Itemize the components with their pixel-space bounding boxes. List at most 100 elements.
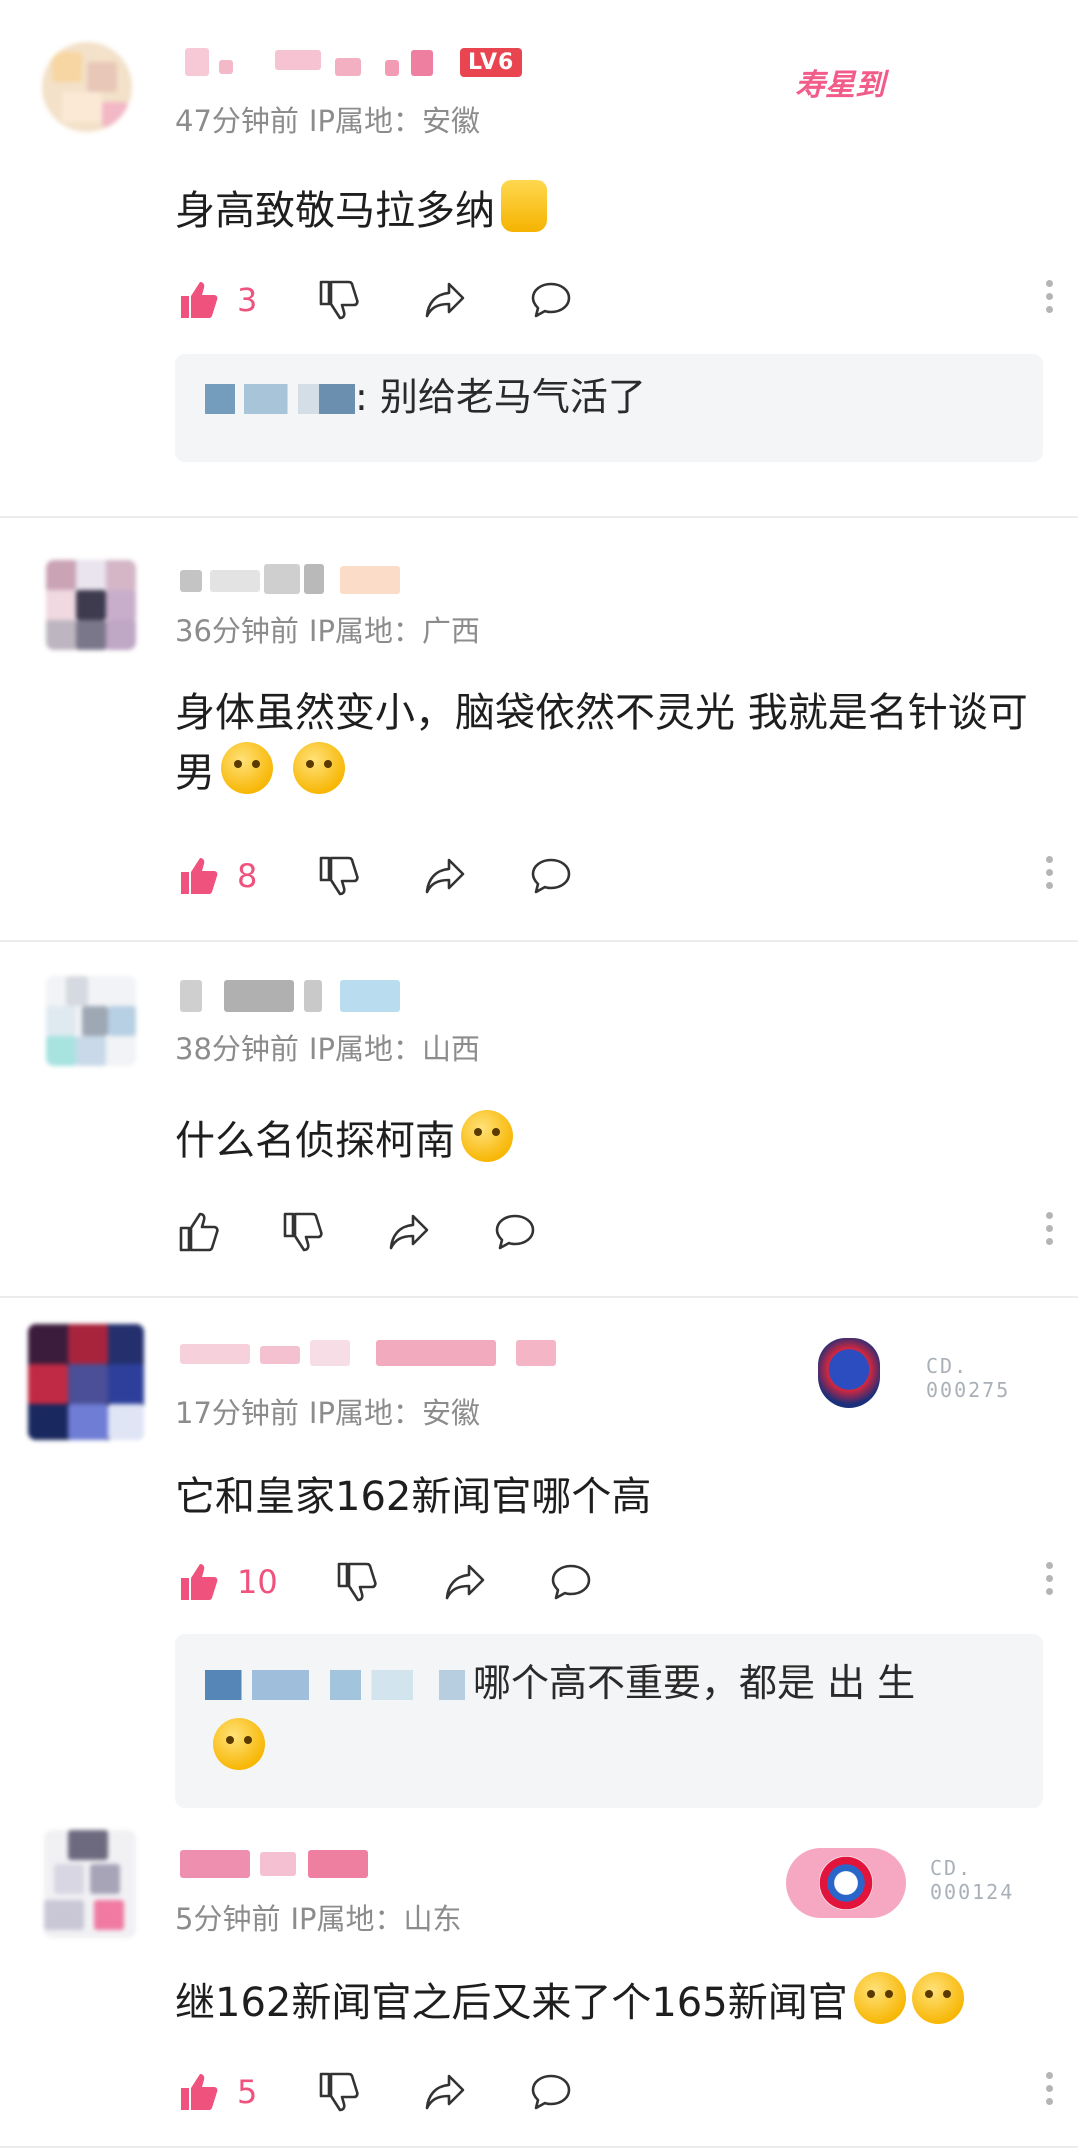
badge-code-line: 000275	[926, 1378, 1011, 1402]
comment-ip: IP属地：安徽	[308, 1396, 480, 1430]
share-button[interactable]	[421, 272, 469, 328]
comment-time: 47分钟前	[175, 104, 299, 138]
thumb-down-icon	[315, 852, 363, 900]
comment-actions: 10	[175, 1554, 1055, 1610]
comment-icon	[527, 276, 575, 324]
dislike-button[interactable]	[315, 272, 363, 328]
badge-code-line: 000124	[930, 1880, 1015, 1904]
avatar[interactable]	[28, 1324, 144, 1440]
reply-text: 哪个高不重要，都是 出 生	[473, 1661, 916, 1705]
thumb-up-icon	[175, 276, 223, 324]
username-masked[interactable]	[180, 1846, 380, 1882]
divider	[0, 940, 1078, 942]
comment-text: 身高致敬马拉多纳	[175, 180, 1055, 240]
comment-actions	[175, 1204, 1055, 1260]
comment-actions: 5	[175, 2064, 1055, 2120]
reply-username-masked	[205, 1670, 465, 1700]
like-count: 10	[237, 1563, 278, 1601]
comment-ip: IP属地：广西	[308, 614, 480, 648]
reply-username-masked	[205, 384, 355, 414]
comment-text-content: 身高致敬马拉多纳	[175, 188, 495, 234]
badge-code-line: CD.	[926, 1354, 969, 1378]
comment-meta: 5分钟前 IP属地：山东	[175, 1896, 472, 1938]
club-badge-icon[interactable]	[818, 1338, 880, 1408]
thumb-up-icon	[175, 2068, 223, 2116]
comment-actions: 3	[175, 272, 1055, 328]
club-badge-icon[interactable]	[786, 1848, 906, 1918]
thumbs-up-emoji-icon	[501, 180, 547, 232]
like-count: 3	[237, 281, 258, 319]
like-button[interactable]: 5	[175, 2064, 257, 2120]
thumb-up-icon	[175, 852, 223, 900]
like-button[interactable]: 3	[175, 272, 257, 328]
share-button[interactable]	[385, 1204, 433, 1260]
comment-ip: IP属地：山东	[290, 1902, 462, 1936]
reply-text: : 别给老马气活了	[355, 375, 646, 419]
rofl-emoji-icon	[911, 1972, 964, 2024]
avatar[interactable]	[42, 42, 132, 132]
reply-button[interactable]	[491, 1204, 539, 1260]
dislike-button[interactable]	[315, 848, 363, 904]
comment-text: 什么名侦探柯南	[175, 1110, 1055, 1170]
birthday-sign: 寿星到	[795, 68, 885, 103]
divider	[0, 2146, 1078, 2148]
username-masked[interactable]	[180, 1338, 580, 1368]
comment-icon	[527, 852, 575, 900]
comment-text-content: 它和皇家162新闻官哪个高	[175, 1474, 652, 1520]
like-button[interactable]: 10	[175, 1554, 278, 1610]
reply-preview[interactable]: : 别给老马气活了	[175, 354, 1043, 462]
thumb-up-icon	[175, 1208, 223, 1256]
username-masked[interactable]	[180, 562, 410, 598]
level-badge: LV6	[460, 48, 523, 77]
smug-emoji-icon	[461, 1110, 513, 1162]
avatar[interactable]	[46, 560, 136, 650]
reply-preview[interactable]: 哪个高不重要，都是 出 生	[175, 1634, 1043, 1808]
comment-text: 它和皇家162新闻官哪个高	[175, 1468, 1055, 1526]
thumb-down-icon	[315, 2068, 363, 2116]
avatar[interactable]	[44, 1830, 136, 1938]
share-icon	[385, 1208, 433, 1256]
thumb-down-icon	[279, 1208, 327, 1256]
more-icon[interactable]	[1043, 852, 1055, 900]
share-icon	[441, 1558, 489, 1606]
share-button[interactable]	[421, 2064, 469, 2120]
more-icon[interactable]	[1043, 1558, 1055, 1606]
comment-text-content: 继162新闻官之后又来了个165新闻官	[175, 1980, 848, 2026]
badge-code: CD. 000275	[926, 1354, 1010, 1402]
avatar[interactable]	[46, 976, 136, 1066]
dislike-button[interactable]	[315, 2064, 363, 2120]
thumb-down-icon	[315, 276, 363, 324]
shh-emoji-icon	[293, 742, 345, 794]
grin-emoji-icon	[213, 1718, 265, 1770]
comment-meta: 47分钟前 IP属地：安徽	[175, 98, 490, 140]
username-masked[interactable]	[180, 976, 420, 1016]
comment-actions: 8	[175, 848, 1055, 904]
reply-button[interactable]	[547, 1554, 595, 1610]
rofl-emoji-icon	[853, 1972, 906, 2024]
comment-text-content: 什么名侦探柯南	[175, 1118, 455, 1164]
dislike-button[interactable]	[333, 1554, 381, 1610]
like-button[interactable]	[175, 1204, 223, 1260]
comment-ip: IP属地：山西	[308, 1032, 480, 1066]
share-button[interactable]	[421, 848, 469, 904]
badge-code: CD. 000124	[930, 1856, 1014, 1904]
comment-meta: 36分钟前 IP属地：广西	[175, 608, 490, 650]
comment-meta: 17分钟前 IP属地：安徽	[175, 1390, 490, 1432]
like-count: 5	[237, 2073, 258, 2111]
comment-ip: IP属地：安徽	[308, 104, 480, 138]
comment-icon	[491, 1208, 539, 1256]
like-button[interactable]: 8	[175, 848, 257, 904]
reply-button[interactable]	[527, 272, 575, 328]
comment-icon	[527, 2068, 575, 2116]
dislike-button[interactable]	[279, 1204, 327, 1260]
reply-button[interactable]	[527, 848, 575, 904]
comment-text: 身体虽然变小，脑袋依然不灵光 我就是名针谈可男	[175, 684, 1055, 802]
divider	[0, 1296, 1078, 1298]
comment-time: 17分钟前	[175, 1396, 299, 1430]
more-icon[interactable]	[1043, 1208, 1055, 1256]
more-icon[interactable]	[1043, 2068, 1055, 2116]
username-masked[interactable]	[185, 48, 445, 78]
share-button[interactable]	[441, 1554, 489, 1610]
more-icon[interactable]	[1043, 276, 1055, 324]
reply-button[interactable]	[527, 2064, 575, 2120]
